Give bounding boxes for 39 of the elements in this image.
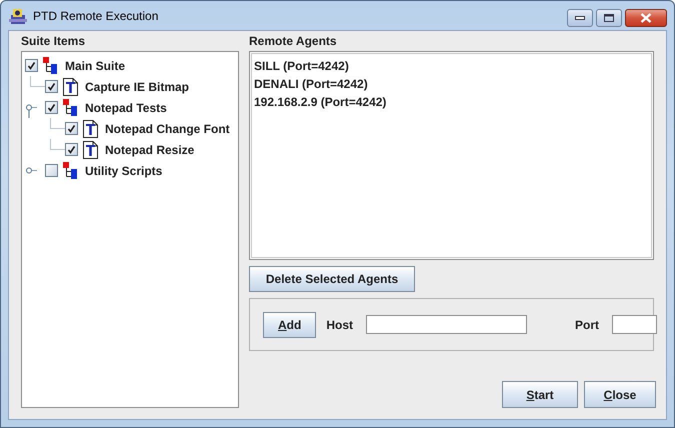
port-field[interactable] xyxy=(612,315,658,334)
close-icon xyxy=(640,13,652,23)
delete-agents-button[interactable]: Delete Selected Agents xyxy=(249,266,415,292)
checkbox[interactable] xyxy=(45,164,58,177)
section-label: Suite Items xyxy=(21,33,86,50)
tree-item[interactable]: Notepad Resize xyxy=(105,142,194,156)
app-icon xyxy=(9,6,27,24)
host-label: Host xyxy=(326,318,354,332)
agent-item[interactable]: DENALI (Port=4242) xyxy=(253,75,651,93)
window-title: PTD Remote Execution xyxy=(33,8,160,22)
checkbox[interactable] xyxy=(45,101,58,114)
tree-item[interactable]: Main Suite xyxy=(65,58,126,72)
suite-tree-icon xyxy=(43,56,59,74)
maximize-button[interactable] xyxy=(596,9,622,27)
minimize-icon xyxy=(575,16,585,20)
port-label: Port xyxy=(575,318,600,332)
start-button[interactable]: Start xyxy=(502,381,578,408)
suite-tree-icon xyxy=(63,162,79,180)
agent-item[interactable]: 192.168.2.9 (Port=4242) xyxy=(253,93,651,111)
tree-item[interactable]: Capture IE Bitmap xyxy=(85,80,190,94)
checkbox[interactable] xyxy=(65,143,78,156)
section-label: Remote Agents xyxy=(249,33,338,50)
minimize-button[interactable] xyxy=(567,9,593,27)
checkbox[interactable] xyxy=(65,122,78,135)
close-button[interactable] xyxy=(625,9,667,27)
checkbox[interactable] xyxy=(45,80,58,93)
tree-item[interactable]: Notepad Change Font xyxy=(105,122,230,136)
maximize-icon xyxy=(604,14,614,22)
close-dialog-button[interactable]: Close xyxy=(584,381,656,408)
agent-item[interactable]: SILL (Port=4242) xyxy=(253,57,651,75)
suite-tree-icon xyxy=(63,98,79,116)
checkbox[interactable] xyxy=(25,59,38,72)
tree-item[interactable]: Notepad Tests xyxy=(85,100,167,114)
add-button[interactable]: Add xyxy=(263,312,316,338)
script-page-icon xyxy=(83,140,99,158)
script-page-icon xyxy=(83,120,99,138)
script-page-icon xyxy=(63,78,79,96)
host-field[interactable] xyxy=(366,315,528,334)
tree-item[interactable]: Utility Scripts xyxy=(85,164,162,178)
